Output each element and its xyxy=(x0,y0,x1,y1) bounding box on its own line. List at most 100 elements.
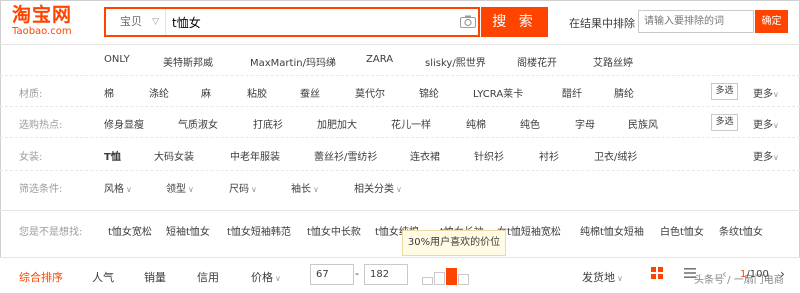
hot-label: 选购热点: xyxy=(19,120,63,131)
suggestion-link[interactable]: 纯棉t恤女短袖 xyxy=(580,223,644,238)
exclude-input[interactable] xyxy=(638,10,754,33)
sort-popularity[interactable]: 人气 xyxy=(92,269,114,285)
womens-item[interactable]: 中老年服装 xyxy=(230,148,280,163)
conditions-label: 筛选条件: xyxy=(19,184,63,195)
search-scope-label: 宝贝 xyxy=(120,15,142,28)
price-distribution-bar[interactable] xyxy=(434,272,445,285)
taobao-logo[interactable]: 淘宝网 Taobao.com xyxy=(12,4,84,38)
womens-item[interactable]: 衬衫 xyxy=(539,148,559,163)
conditions-row: 筛选条件: 风格 ∨ 领型 ∨ 尺码 ∨ 袖长 ∨ 相关分类 ∨ xyxy=(0,170,800,202)
camera-icon[interactable] xyxy=(460,15,476,28)
price-tooltip: 30%用户喜欢的价位 xyxy=(402,230,506,256)
material-item[interactable]: 粘胶 xyxy=(247,85,267,100)
womens-more-button[interactable]: 更多∨ xyxy=(753,148,779,163)
chevron-down-icon: ▽ xyxy=(152,17,159,27)
sort-sales[interactable]: 销量 xyxy=(144,269,166,285)
hot-item[interactable]: 纯棉 xyxy=(466,116,486,131)
price-max-input[interactable] xyxy=(364,264,408,285)
brand-item[interactable]: ONLY xyxy=(104,54,130,65)
brand-item[interactable]: 阁楼花开 xyxy=(517,54,557,69)
chevron-down-icon: ∨ xyxy=(275,274,281,283)
hot-item[interactable]: 打底衫 xyxy=(253,116,283,131)
ship-from-dropdown[interactable]: 发货地 ∨ xyxy=(582,269,623,285)
suggestion-link[interactable]: 女t恤短袖宽松 xyxy=(497,223,561,238)
material-row: 材质: 棉 涤纶 麻 粘胶 蚕丝 莫代尔 锦纶 LYCRA莱卡 醋纤 腈纶 多选… xyxy=(0,75,800,106)
condition-dropdown[interactable]: 尺码 ∨ xyxy=(229,180,257,195)
material-more-button[interactable]: 更多∨ xyxy=(753,85,779,100)
material-item[interactable]: 腈纶 xyxy=(614,85,634,100)
watermark: 头条号 / 一扇门电商 xyxy=(694,275,784,286)
hot-item[interactable]: 民族风 xyxy=(628,116,658,131)
chevron-down-icon: ∨ xyxy=(617,274,623,283)
more-label: 更多 xyxy=(753,89,773,100)
womens-item[interactable]: 蕾丝衫/雪纺衫 xyxy=(314,148,377,163)
price-distribution-bar[interactable] xyxy=(458,274,469,285)
sort-credit[interactable]: 信用 xyxy=(197,269,219,285)
hot-item[interactable]: 气质淑女 xyxy=(178,116,218,131)
ship-from-label: 发货地 xyxy=(582,271,615,284)
suggestion-link[interactable]: 条纹t恤女 xyxy=(719,223,763,238)
material-item[interactable]: 锦纶 xyxy=(419,85,439,100)
material-item[interactable]: 醋纤 xyxy=(562,85,582,100)
hot-item[interactable]: 花儿一样 xyxy=(391,116,431,131)
price-min-input[interactable] xyxy=(310,264,354,285)
brand-item[interactable]: ZARA xyxy=(366,54,393,65)
search-button[interactable]: 搜 索 xyxy=(481,7,548,37)
suggestion-link[interactable]: 短袖t恤女 xyxy=(166,223,210,238)
condition-label: 风格 xyxy=(104,184,124,195)
womens-label: 女装: xyxy=(19,152,43,163)
hot-item[interactable]: 加肥加大 xyxy=(317,116,357,131)
chevron-down-icon: ∨ xyxy=(313,185,319,194)
price-distribution-chart xyxy=(422,264,474,285)
material-item[interactable]: LYCRA莱卡 xyxy=(473,85,523,100)
hot-multi-select-button[interactable]: 多选 xyxy=(711,114,738,131)
brand-item[interactable]: 美特斯邦威 xyxy=(163,54,213,69)
price-distribution-bar-selected[interactable] xyxy=(446,268,457,285)
hot-item[interactable]: 字母 xyxy=(575,116,595,131)
sort-price[interactable]: 价格 ∨ xyxy=(251,269,281,285)
brand-item[interactable]: slisky/熙世界 xyxy=(425,54,486,69)
material-item[interactable]: 麻 xyxy=(201,85,211,100)
condition-dropdown[interactable]: 领型 ∨ xyxy=(166,180,194,195)
suggestion-link[interactable]: 白色t恤女 xyxy=(660,223,704,238)
hot-item[interactable]: 纯色 xyxy=(520,116,540,131)
condition-dropdown[interactable]: 相关分类 ∨ xyxy=(354,180,402,195)
chevron-down-icon: ∨ xyxy=(773,153,779,162)
grid-view-icon[interactable] xyxy=(651,267,663,279)
brand-item[interactable]: MaxMartin/玛玛绨 xyxy=(250,54,336,69)
womens-item[interactable]: 连衣裙 xyxy=(410,148,440,163)
material-item[interactable]: 蚕丝 xyxy=(300,85,320,100)
suggestion-link[interactable]: t恤女中长款 xyxy=(307,223,361,238)
price-distribution-bar[interactable] xyxy=(422,277,433,285)
exclude-label: 在结果中排除 xyxy=(569,17,635,30)
condition-label: 袖长 xyxy=(291,184,311,195)
womens-item[interactable]: 卫衣/绒衫 xyxy=(594,148,637,163)
hot-row: 选购热点: 修身显瘦 气质淑女 打底衫 加肥加大 花儿一样 纯棉 纯色 字母 民… xyxy=(0,106,800,137)
exclude-confirm-button[interactable]: 确定 xyxy=(755,10,788,33)
material-multi-select-button[interactable]: 多选 xyxy=(711,83,738,100)
logo-sub-text: Taobao.com xyxy=(12,26,72,37)
womens-item[interactable]: 大码女装 xyxy=(154,148,194,163)
material-item[interactable]: 棉 xyxy=(104,85,114,100)
sort-price-label: 价格 xyxy=(251,271,273,284)
condition-dropdown[interactable]: 袖长 ∨ xyxy=(291,180,319,195)
search-input[interactable] xyxy=(166,9,456,35)
suggestions-row: 您是不是想找: t恤女宽松 短袖t恤女 t恤女短袖韩范 t恤女中长款 t恤女纯棉… xyxy=(0,210,800,246)
suggestion-link[interactable]: t恤女短袖韩范 xyxy=(227,223,291,238)
chevron-down-icon: ∨ xyxy=(773,90,779,99)
womens-row: 女装: T恤 大码女装 中老年服装 蕾丝衫/雪纺衫 连衣裙 针织衫 衬衫 卫衣/… xyxy=(0,137,800,170)
womens-item[interactable]: 针织衫 xyxy=(474,148,504,163)
suggestion-link[interactable]: t恤女宽松 xyxy=(108,223,152,238)
hot-more-button[interactable]: 更多∨ xyxy=(753,116,779,131)
search-scope-dropdown[interactable]: 宝贝 ▽ xyxy=(106,9,166,35)
material-item[interactable]: 莫代尔 xyxy=(355,85,385,100)
hot-item[interactable]: 修身显瘦 xyxy=(104,116,144,131)
womens-item[interactable]: T恤 xyxy=(104,148,121,163)
logo-main-text: 淘宝网 xyxy=(12,4,73,26)
brand-item[interactable]: 艾路丝婷 xyxy=(593,54,633,69)
material-item[interactable]: 涤纶 xyxy=(149,85,169,100)
sort-default[interactable]: 综合排序 xyxy=(19,269,63,285)
brand-row: ONLY 美特斯邦威 MaxMartin/玛玛绨 ZARA slisky/熙世界… xyxy=(0,44,800,75)
condition-dropdown[interactable]: 风格 ∨ xyxy=(104,180,132,195)
chevron-down-icon: ∨ xyxy=(126,185,132,194)
